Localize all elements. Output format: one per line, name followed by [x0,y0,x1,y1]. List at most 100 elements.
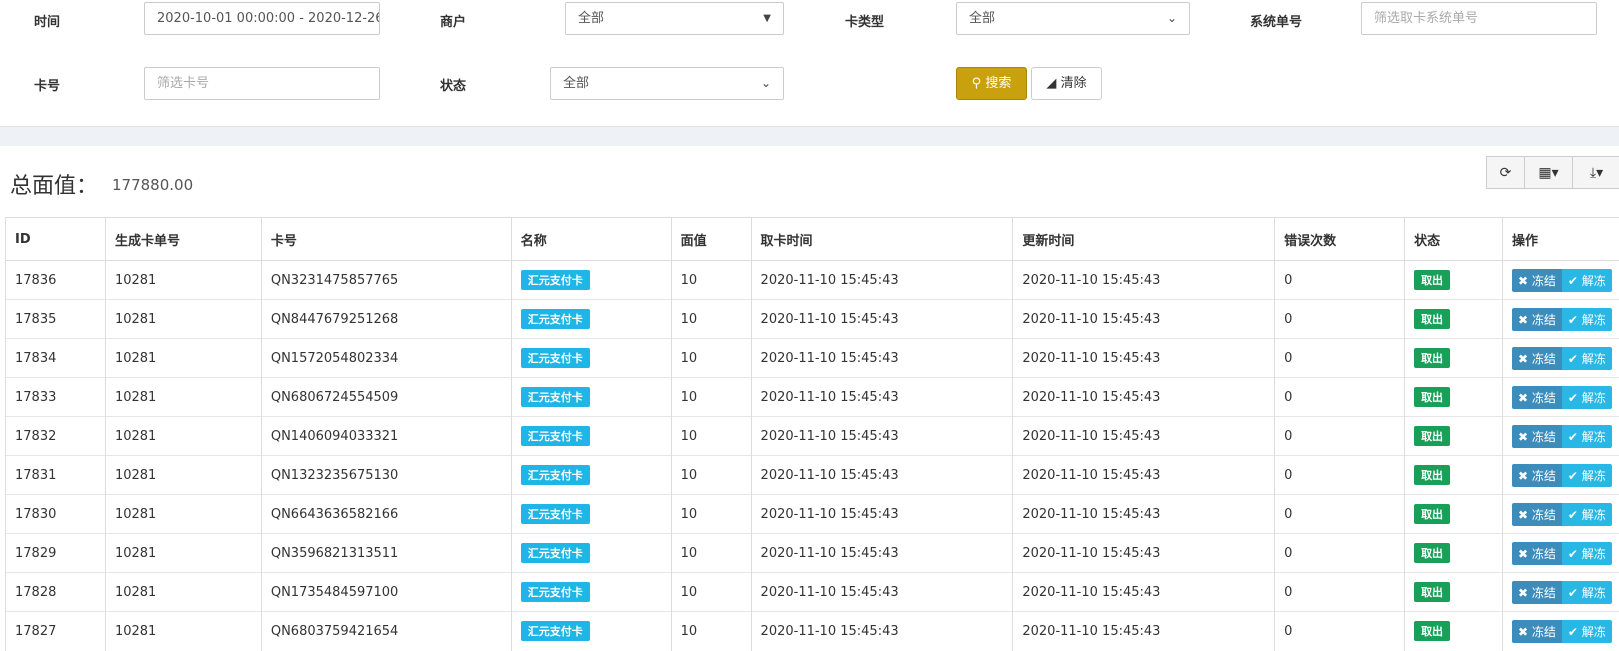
columns-button[interactable]: ▦▾ [1524,156,1573,189]
freeze-button[interactable]: ✖ 冻结 [1512,308,1562,331]
unfreeze-button[interactable]: ✔ 解冻 [1562,581,1612,604]
cell-update-time: 2020-11-10 15:45:43 [1013,378,1275,417]
table-row: 1782810281QN1735484597100汇元支付卡102020-11-… [6,573,1619,612]
sysno-label: 系统单号 [1250,11,1302,30]
merchant-select[interactable]: 全部 ▼ [565,2,784,35]
cell-order-no: 10281 [105,456,261,495]
freeze-label: 冻结 [1532,430,1556,444]
unfreeze-button[interactable]: ✔ 解冻 [1562,620,1612,643]
cell-name: 汇元支付卡 [511,612,671,651]
cell-order-no: 10281 [105,417,261,456]
refresh-icon: ⟳ [1500,165,1512,181]
freeze-button[interactable]: ✖ 冻结 [1512,581,1562,604]
cell-actions: ✖ 冻结✔ 解冻 [1503,300,1619,339]
total-face-value-label: 总面值： [10,168,98,200]
header-col-card-no[interactable]: 卡号 [261,218,511,261]
unfreeze-label: 解冻 [1582,391,1606,405]
cell-card-no: QN1406094033321 [261,417,511,456]
status-badge: 取出 [1414,309,1450,329]
freeze-button[interactable]: ✖ 冻结 [1512,269,1562,292]
close-icon: ✖ [1518,547,1528,561]
unfreeze-button[interactable]: ✔ 解冻 [1562,269,1612,292]
header-col-update-time[interactable]: 更新时间 [1013,218,1275,261]
table-toolbar: ⟳ ▦▾ ⤓▾ [1486,156,1619,189]
freeze-button[interactable]: ✖ 冻结 [1512,425,1562,448]
export-button[interactable]: ⤓▾ [1572,156,1619,189]
cell-order-no: 10281 [105,534,261,573]
cell-take-time: 2020-11-10 15:45:43 [751,612,1013,651]
status-badge: 取出 [1414,387,1450,407]
cell-card-no: QN3231475857765 [261,261,511,300]
refresh-button[interactable]: ⟳ [1486,156,1525,189]
cell-error-count: 0 [1275,261,1405,300]
header-col-actions[interactable]: 操作 [1503,218,1619,261]
unfreeze-label: 解冻 [1582,508,1606,522]
time-range-input[interactable]: 2020-10-01 00:00:00 - 2020-12-26 [144,2,380,35]
check-icon: ✔ [1568,469,1578,483]
header-col-face-value[interactable]: 面值 [671,218,751,261]
header-col-status[interactable]: 状态 [1405,218,1503,261]
header-col-error-count[interactable]: 错误次数 [1275,218,1405,261]
unfreeze-button[interactable]: ✔ 解冻 [1562,425,1612,448]
filter-panel: 时间 2020-10-01 00:00:00 - 2020-12-26 商户 全… [0,0,1619,127]
unfreeze-label: 解冻 [1582,586,1606,600]
freeze-button[interactable]: ✖ 冻结 [1512,386,1562,409]
header-col-id[interactable]: ID [6,218,106,261]
sysno-input[interactable]: 筛选取卡系统单号 [1361,2,1597,35]
freeze-label: 冻结 [1532,586,1556,600]
cell-order-no: 10281 [105,261,261,300]
status-badge: 取出 [1414,504,1450,524]
check-icon: ✔ [1568,508,1578,522]
cell-actions: ✖ 冻结✔ 解冻 [1503,573,1619,612]
card-table: ID生成卡单号卡号名称面值取卡时间更新时间错误次数状态操作 1783610281… [5,217,1619,651]
cell-order-no: 10281 [105,612,261,651]
status-badge: 取出 [1414,465,1450,485]
cell-error-count: 0 [1275,417,1405,456]
cell-card-no: QN3596821313511 [261,534,511,573]
clear-button[interactable]: ◢ 清除 [1031,67,1102,100]
summary-bar: 总面值： 177880.00 ⟳ ▦▾ ⤓▾ [0,146,1619,217]
status-select-value: 全部 [563,76,589,91]
unfreeze-button[interactable]: ✔ 解冻 [1562,347,1612,370]
check-icon: ✔ [1568,547,1578,561]
status-select[interactable]: 全部 ⌄ [550,67,784,100]
table-row: 1783510281QN8447679251268汇元支付卡102020-11-… [6,300,1619,339]
table-body: 1783610281QN3231475857765汇元支付卡102020-11-… [6,261,1619,651]
unfreeze-label: 解冻 [1582,274,1606,288]
cell-name: 汇元支付卡 [511,378,671,417]
search-button[interactable]: ⚲ 搜索 [956,67,1027,100]
header-col-order-no[interactable]: 生成卡单号 [105,218,261,261]
cardtype-select[interactable]: 全部 ⌄ [956,2,1190,35]
unfreeze-button[interactable]: ✔ 解冻 [1562,503,1612,526]
cell-take-time: 2020-11-10 15:45:43 [751,573,1013,612]
name-tag: 汇元支付卡 [521,504,590,524]
cell-error-count: 0 [1275,495,1405,534]
cell-status: 取出 [1405,417,1503,456]
cell-actions: ✖ 冻结✔ 解冻 [1503,339,1619,378]
freeze-button[interactable]: ✖ 冻结 [1512,620,1562,643]
header-col-take-time[interactable]: 取卡时间 [751,218,1013,261]
cell-take-time: 2020-11-10 15:45:43 [751,534,1013,573]
freeze-button[interactable]: ✖ 冻结 [1512,542,1562,565]
name-tag: 汇元支付卡 [521,309,590,329]
unfreeze-button[interactable]: ✔ 解冻 [1562,464,1612,487]
cell-take-time: 2020-11-10 15:45:43 [751,300,1013,339]
freeze-button[interactable]: ✖ 冻结 [1512,347,1562,370]
section-divider [0,127,1619,146]
cell-card-no: QN6803759421654 [261,612,511,651]
unfreeze-button[interactable]: ✔ 解冻 [1562,308,1612,331]
unfreeze-button[interactable]: ✔ 解冻 [1562,542,1612,565]
cell-error-count: 0 [1275,339,1405,378]
freeze-button[interactable]: ✖ 冻结 [1512,464,1562,487]
cell-card-no: QN8447679251268 [261,300,511,339]
freeze-button[interactable]: ✖ 冻结 [1512,503,1562,526]
cell-face-value: 10 [671,534,751,573]
cell-status: 取出 [1405,456,1503,495]
cell-take-time: 2020-11-10 15:45:43 [751,261,1013,300]
time-label: 时间 [34,11,60,30]
header-col-name[interactable]: 名称 [511,218,671,261]
cell-face-value: 10 [671,573,751,612]
cell-status: 取出 [1405,612,1503,651]
cardno-input[interactable]: 筛选卡号 [144,67,380,100]
unfreeze-button[interactable]: ✔ 解冻 [1562,386,1612,409]
